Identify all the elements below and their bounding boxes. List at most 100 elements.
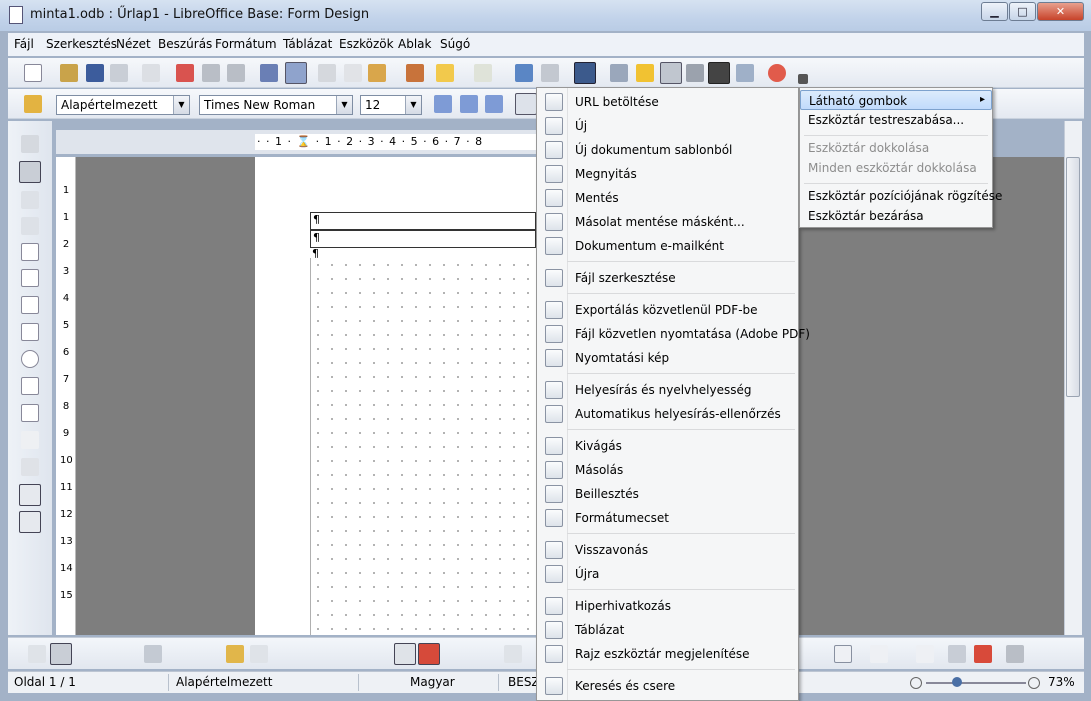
menu-item-export-pdf[interactable]: Exportálás közvetlenül PDF-be bbox=[537, 298, 798, 322]
pointer-icon[interactable] bbox=[504, 645, 522, 663]
spellcheck-icon[interactable] bbox=[260, 64, 278, 82]
print-icon[interactable] bbox=[202, 64, 220, 82]
menu-tools[interactable]: Eszközök bbox=[339, 37, 394, 51]
push-button-icon[interactable] bbox=[21, 323, 39, 341]
hyperlink-icon[interactable] bbox=[515, 64, 533, 82]
menu-insert[interactable]: Beszúrás bbox=[158, 37, 212, 51]
star-icon[interactable] bbox=[870, 645, 888, 663]
menu-item-print-preview[interactable]: Nyomtatási kép bbox=[537, 346, 798, 370]
gallery-icon[interactable] bbox=[636, 64, 654, 82]
new-icon[interactable] bbox=[24, 64, 42, 82]
maximize-button[interactable]: □ bbox=[1009, 2, 1036, 21]
checkbox-icon[interactable] bbox=[21, 243, 39, 261]
submenu-item-customize[interactable]: Eszköztár testreszabása... bbox=[800, 110, 992, 130]
combo-box-icon[interactable] bbox=[21, 404, 39, 422]
menu-table[interactable]: Táblázat bbox=[283, 37, 332, 51]
pdf-icon[interactable] bbox=[176, 64, 194, 82]
design-mode-icon[interactable] bbox=[50, 643, 72, 665]
select-icon[interactable] bbox=[21, 135, 39, 153]
scrollbar-thumb[interactable] bbox=[1066, 157, 1080, 397]
extrusion-icon[interactable] bbox=[974, 645, 992, 663]
copy-icon[interactable] bbox=[344, 64, 362, 82]
style-select[interactable]: Alapértelmezett ▼ bbox=[56, 95, 190, 115]
zoom-slider[interactable] bbox=[926, 682, 1026, 684]
undo-icon[interactable] bbox=[436, 64, 454, 82]
open-icon[interactable] bbox=[60, 64, 78, 82]
form-navigator-icon[interactable] bbox=[226, 645, 244, 663]
menu-item-copy[interactable]: Másolás bbox=[537, 458, 798, 482]
menu-item-hyperlink[interactable]: Hiperhivatkozás bbox=[537, 594, 798, 618]
help-icon[interactable] bbox=[768, 64, 786, 82]
menu-item-format-paintbrush[interactable]: Formátumecset bbox=[537, 506, 798, 530]
menu-item-new-from-template[interactable]: Új dokumentum sablonból bbox=[537, 138, 798, 162]
database-icon[interactable] bbox=[686, 64, 704, 82]
menu-item-open[interactable]: Megnyitás bbox=[537, 162, 798, 186]
font-size-select[interactable]: 12 ▼ bbox=[360, 95, 422, 115]
edit-file-icon[interactable] bbox=[142, 64, 160, 82]
menu-item-load-url[interactable]: URL betöltése bbox=[537, 90, 798, 114]
toolbar-options-icon[interactable] bbox=[798, 74, 808, 84]
print-preview-icon[interactable] bbox=[227, 64, 245, 82]
bold-icon[interactable] bbox=[434, 95, 452, 113]
minimize-button[interactable]: ▁ bbox=[981, 2, 1008, 21]
formatted-field-icon[interactable] bbox=[21, 296, 39, 314]
shadow-icon[interactable] bbox=[1006, 645, 1024, 663]
wizards-icon[interactable] bbox=[19, 511, 41, 533]
zoom-level[interactable]: 73% bbox=[1048, 675, 1075, 689]
callout-icon[interactable] bbox=[834, 645, 852, 663]
snap-grid-icon[interactable] bbox=[394, 643, 416, 665]
cut-icon[interactable] bbox=[318, 64, 336, 82]
menu-item-autospell[interactable]: Automatikus helyesírás-ellenőrzés bbox=[537, 402, 798, 426]
draw-toolbar-icon[interactable] bbox=[574, 62, 596, 84]
text-box-icon[interactable] bbox=[21, 269, 39, 287]
select-icon[interactable] bbox=[28, 645, 46, 663]
zoom-slider-thumb[interactable] bbox=[952, 677, 962, 687]
redo-icon[interactable] bbox=[474, 64, 492, 82]
menu-item-save[interactable]: Mentés bbox=[537, 186, 798, 210]
menu-item-email[interactable]: Dokumentum e-mailként bbox=[537, 234, 798, 258]
design-mode-icon[interactable] bbox=[19, 161, 41, 183]
menu-item-print-direct[interactable]: Fájl közvetlen nyomtatása (Adobe PDF) bbox=[537, 322, 810, 346]
form-design-icon[interactable] bbox=[19, 484, 41, 506]
menu-item-new[interactable]: Új bbox=[537, 114, 798, 138]
submenu-item-lock-position[interactable]: Eszköztár pozíciójának rögzítése bbox=[800, 186, 1002, 206]
menu-item-redo[interactable]: Újra bbox=[537, 562, 798, 586]
format-paintbrush-icon[interactable] bbox=[406, 64, 424, 82]
form-properties-icon[interactable] bbox=[21, 217, 39, 235]
wizard-icon[interactable] bbox=[144, 645, 162, 663]
zoom-in-icon[interactable] bbox=[1028, 677, 1040, 689]
zoom-icon[interactable] bbox=[736, 64, 754, 82]
menu-item-spelling[interactable]: Helyesírás és nyelvhelyesség bbox=[537, 378, 798, 402]
menu-edit[interactable]: Szerkesztés bbox=[46, 37, 117, 51]
save-icon[interactable] bbox=[86, 64, 104, 82]
fontwork-icon[interactable] bbox=[948, 645, 966, 663]
paste-icon[interactable] bbox=[368, 64, 386, 82]
font-select[interactable]: Times New Roman ▼ bbox=[199, 95, 353, 115]
underline-icon[interactable] bbox=[485, 95, 503, 113]
points-icon[interactable] bbox=[916, 645, 934, 663]
menu-view[interactable]: Nézet bbox=[116, 37, 151, 51]
menu-item-paste[interactable]: Beillesztés bbox=[537, 482, 798, 506]
menu-item-find-replace[interactable]: Keresés és csere bbox=[537, 674, 798, 698]
menu-item-save-copy-as[interactable]: Másolat mentése másként... bbox=[537, 210, 798, 234]
menu-item-table[interactable]: Táblázat bbox=[537, 618, 798, 642]
select-control-icon[interactable] bbox=[250, 645, 268, 663]
list-box-icon[interactable] bbox=[21, 377, 39, 395]
datasource-icon[interactable] bbox=[660, 62, 682, 84]
menu-item-cut[interactable]: Kivágás bbox=[537, 434, 798, 458]
italic-icon[interactable] bbox=[460, 95, 478, 113]
option-button-icon[interactable] bbox=[21, 350, 39, 368]
more-controls-icon[interactable] bbox=[21, 458, 39, 476]
menu-help[interactable]: Súgó bbox=[440, 37, 470, 51]
menu-item-show-draw-toolbar[interactable]: Rajz eszköztár megjelenítése bbox=[537, 642, 798, 666]
control-properties-icon[interactable] bbox=[21, 191, 39, 209]
menu-item-edit-file[interactable]: Fájl szerkesztése bbox=[537, 266, 798, 290]
email-icon[interactable] bbox=[110, 64, 128, 82]
styles-icon[interactable] bbox=[24, 95, 42, 113]
insert-mode[interactable]: BESZ bbox=[508, 675, 540, 689]
menu-window[interactable]: Ablak bbox=[398, 37, 431, 51]
formatting-marks-icon[interactable] bbox=[708, 62, 730, 84]
magnet-icon[interactable] bbox=[418, 643, 440, 665]
navigator-icon[interactable] bbox=[610, 64, 628, 82]
autospell-icon[interactable] bbox=[285, 62, 307, 84]
